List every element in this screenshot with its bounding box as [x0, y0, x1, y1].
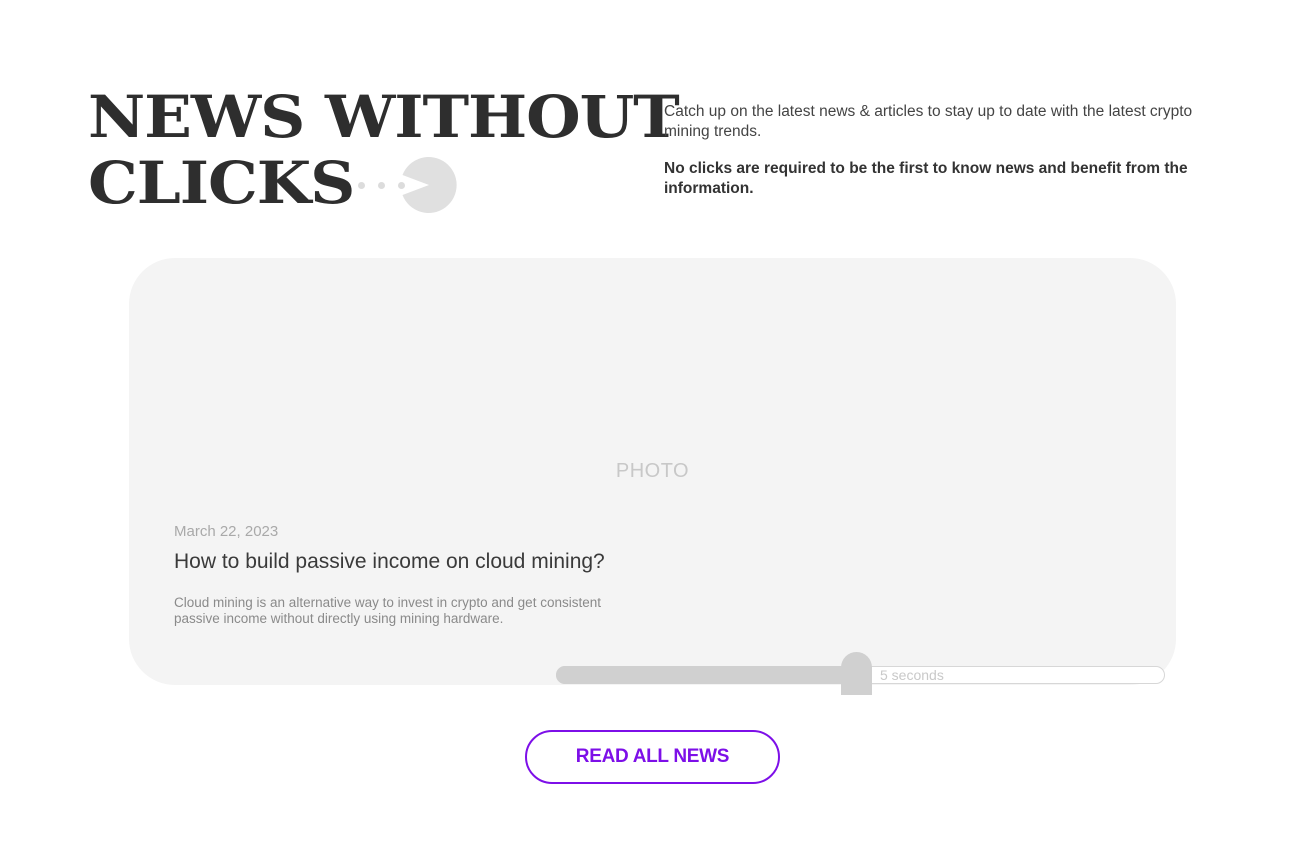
- article-title[interactable]: How to build passive income on cloud min…: [174, 550, 605, 574]
- article-excerpt: Cloud mining is an alternative way to in…: [174, 595, 601, 626]
- read-all-news-button[interactable]: READ ALL NEWS: [525, 730, 780, 784]
- pellet-icon: [378, 182, 385, 189]
- autoplay-progress-fill: [556, 666, 842, 684]
- pacman-decoration: [358, 156, 458, 214]
- featured-news-card[interactable]: PHOTO March 22, 2023 How to build passiv…: [129, 258, 1176, 685]
- pacman-icon: [402, 157, 457, 213]
- autoplay-timer-label: 5 seconds: [880, 667, 944, 683]
- intro-highlight: No clicks are required to be the first t…: [664, 160, 1188, 197]
- article-date: March 22, 2023: [174, 523, 279, 540]
- intro-paragraph: Catch up on the latest news & articles t…: [664, 103, 1193, 140]
- pellet-icon: [358, 182, 365, 189]
- photo-placeholder: PHOTO: [615, 460, 690, 482]
- page-title-line-1: NEWS WITHOUT: [88, 83, 680, 151]
- intro-text: Catch up on the latest news & articles t…: [664, 102, 1209, 198]
- autoplay-progress-handle[interactable]: [841, 652, 872, 695]
